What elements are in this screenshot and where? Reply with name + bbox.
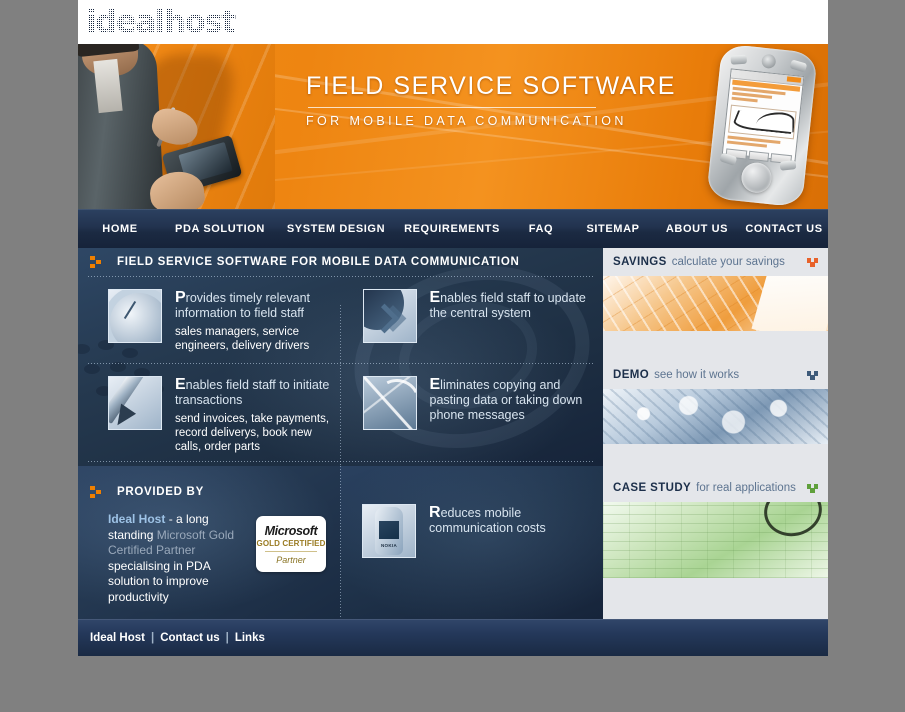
demo-title: DEMO: [613, 369, 650, 381]
savings-subtitle: calculate your savings: [671, 256, 785, 268]
map-icon: [362, 376, 417, 430]
provided-by-heading: PROVIDED BY: [117, 486, 204, 498]
footer-link-links[interactable]: Links: [235, 632, 265, 644]
demo-gears-image: [603, 389, 828, 444]
badge-line-3: Partner: [276, 554, 306, 565]
footer: Ideal Host | Contact us | Links: [78, 619, 828, 656]
sidebar-panel-savings[interactable]: SAVINGS calculate your savings: [603, 248, 828, 361]
feature-grid: Provides timely relevant information to …: [78, 277, 604, 466]
site-logo[interactable]: idealhost: [86, 4, 236, 40]
site-page: idealhost FIELD SERVICE SOFTWARE FOR MOB…: [78, 0, 828, 656]
nav-link-2[interactable]: SYSTEM DESIGN: [287, 223, 385, 235]
orange-arrow-icon: [90, 256, 103, 268]
sidebar-panel-case-study[interactable]: CASE STUDY for real applications: [603, 474, 828, 587]
nav-item-2[interactable]: SYSTEM DESIGN: [278, 223, 394, 235]
feature-sub-2: send invoices, take payments, record del…: [175, 413, 330, 453]
badge-divider: [265, 550, 317, 552]
provided-by-text: Ideal Host - a long standing Microsoft G…: [108, 512, 246, 605]
nav-link-0[interactable]: HOME: [102, 223, 137, 235]
arrows-icon: [362, 289, 417, 343]
panel-divider-bottom: [88, 461, 593, 462]
feature-title-3: Eliminates copying and pasting data or t…: [429, 376, 583, 423]
chevron-down-icon[interactable]: [807, 483, 818, 493]
footer-separator: |: [225, 631, 229, 644]
nav-link-4[interactable]: FAQ: [529, 223, 553, 235]
banner-subtitle: FOR MOBILE DATA COMMUNICATION: [306, 114, 627, 128]
case-study-title: CASE STUDY: [613, 482, 692, 494]
nav-link-5[interactable]: SITEMAP: [586, 223, 639, 235]
clock-icon: [108, 289, 162, 343]
chevron-down-icon[interactable]: [807, 370, 818, 380]
feature-title-1: Enables field staff to update the centra…: [429, 289, 586, 321]
content-area: FIELD SERVICE SOFTWARE FOR MOBILE DATA C…: [78, 248, 828, 619]
nav-item-6[interactable]: ABOUT US: [654, 223, 740, 235]
nokia-brand-label: NOKIA: [381, 543, 397, 548]
feature-item-1[interactable]: Enables field staff to update the centra…: [341, 277, 604, 363]
feature-title-2: Enables field staff to initiate transact…: [175, 376, 330, 408]
banner-pda-device-illustration: [706, 44, 818, 208]
banner-photo-businessman-with-pda: [78, 44, 275, 209]
provided-by-text-4: specialising in PDA solution to improve …: [108, 558, 211, 604]
nav-link-1[interactable]: PDA SOLUTION: [175, 223, 265, 235]
footer-link-ideal-host[interactable]: Ideal Host: [90, 632, 145, 644]
hero-banner: FIELD SERVICE SOFTWARE FOR MOBILE DATA C…: [78, 44, 828, 209]
feature-grid-horizontal-divider: [88, 363, 593, 364]
nav-link-3[interactable]: REQUIREMENTS: [404, 223, 500, 235]
demo-subtitle: see how it works: [654, 369, 740, 381]
footer-separator: |: [150, 631, 155, 644]
main-navigation: HOME PDA SOLUTION SYSTEM DESIGN REQUIREM…: [78, 209, 828, 248]
provided-by-panel: PROVIDED BY Ideal Host - a long standing…: [78, 466, 340, 619]
nav-item-7[interactable]: CONTACT US: [740, 223, 828, 235]
badge-line-1: Microsoft: [264, 523, 318, 538]
banner-title: FIELD SERVICE SOFTWARE: [306, 72, 676, 100]
nokia-phone-icon: NOKIA: [362, 504, 416, 558]
orange-arrow-icon: [90, 486, 103, 498]
savings-title: SAVINGS: [613, 256, 667, 268]
nav-item-1[interactable]: PDA SOLUTION: [162, 223, 278, 235]
feature-item-3[interactable]: Eliminates copying and pasting data or t…: [341, 364, 604, 464]
banner-headline: FIELD SERVICE SOFTWARE FOR MOBILE DATA C…: [306, 72, 686, 128]
chevron-down-icon[interactable]: [807, 257, 818, 267]
case-study-spreadsheet-image: [603, 502, 828, 578]
site-logo-text: idealhost: [86, 4, 236, 40]
logo-bar: idealhost: [78, 0, 828, 44]
ideal-host-link[interactable]: Ideal Host: [108, 512, 165, 526]
feature-item-0[interactable]: Provides timely relevant information to …: [78, 277, 341, 363]
lower-panels-divider: [340, 466, 341, 619]
microsoft-gold-certified-partner-badge: Microsoft GOLD CERTIFIED Partner: [256, 516, 326, 572]
feature-grid-vertical-divider: [340, 305, 341, 466]
feature-sub-0: sales managers, service engineers, deliv…: [175, 326, 310, 352]
nav-item-4[interactable]: FAQ: [510, 223, 572, 235]
panel-heading-row: FIELD SERVICE SOFTWARE FOR MOBILE DATA C…: [78, 248, 603, 276]
nav-link-6[interactable]: ABOUT US: [666, 223, 728, 235]
nav-item-0[interactable]: HOME: [78, 223, 162, 235]
feature-item-2[interactable]: Enables field staff to initiate transact…: [78, 364, 341, 464]
panel-heading: FIELD SERVICE SOFTWARE FOR MOBILE DATA C…: [117, 256, 520, 268]
pen-icon: [108, 376, 162, 430]
banner-divider: [308, 107, 596, 108]
feature-item-nokia[interactable]: NOKIA Reduces mobile communication costs: [340, 492, 603, 568]
savings-blueprint-image: [603, 276, 828, 331]
nav-item-3[interactable]: REQUIREMENTS: [394, 223, 510, 235]
left-column: FIELD SERVICE SOFTWARE FOR MOBILE DATA C…: [78, 248, 603, 619]
feature-title-0: Provides timely relevant information to …: [175, 289, 311, 321]
reduces-costs-panel: NOKIA Reduces mobile communication costs: [340, 466, 603, 619]
feature-title-nokia: Reduces mobile communication costs: [429, 504, 546, 536]
nav-item-5[interactable]: SITEMAP: [572, 223, 654, 235]
nav-link-7[interactable]: CONTACT US: [745, 223, 822, 235]
feature-panel: FIELD SERVICE SOFTWARE FOR MOBILE DATA C…: [78, 248, 603, 466]
footer-link-contact-us[interactable]: Contact us: [160, 632, 219, 644]
badge-line-2: GOLD CERTIFIED: [256, 538, 326, 548]
sidebar: SAVINGS calculate your savings DEMO see …: [603, 248, 828, 619]
sidebar-panel-demo[interactable]: DEMO see how it works: [603, 361, 828, 474]
lower-panels: PROVIDED BY Ideal Host - a long standing…: [78, 466, 603, 619]
case-study-subtitle: for real applications: [696, 482, 796, 494]
